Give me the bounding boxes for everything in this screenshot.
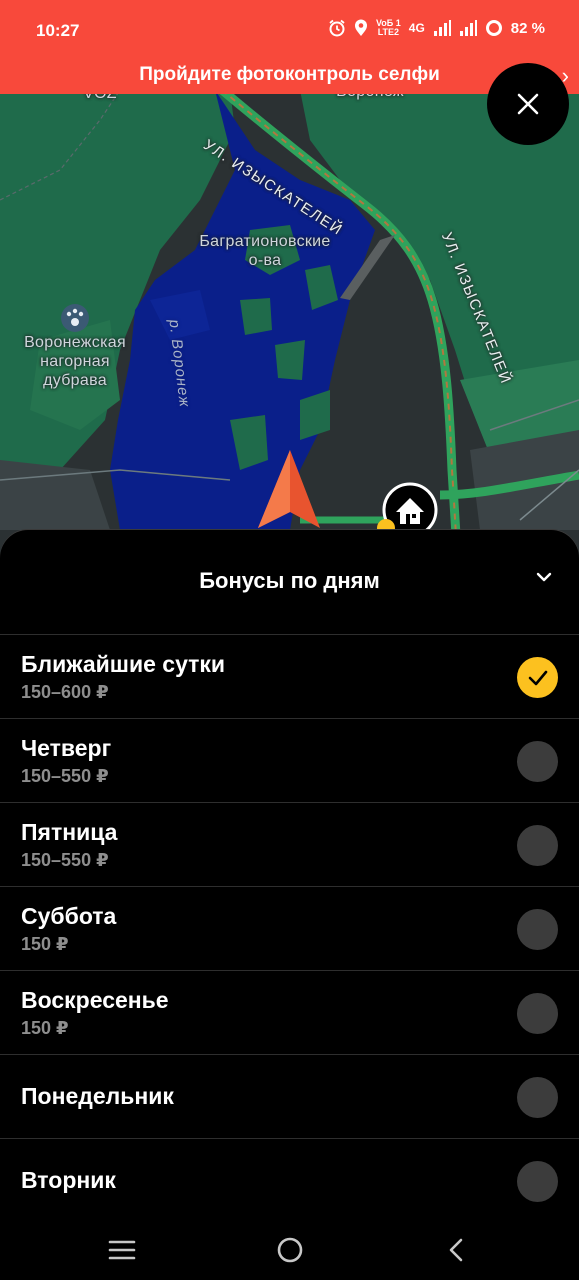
day-list: Ближайшие сутки 150–600 ₽ Четверг 150–55…: [0, 634, 579, 1222]
signal-icon-2: [459, 20, 477, 36]
close-button[interactable]: [487, 63, 569, 145]
list-item-title: Вторник: [21, 1167, 116, 1193]
chevron-down-icon: [536, 572, 552, 582]
list-item-thursday[interactable]: Четверг 150–550 ₽: [0, 718, 579, 802]
list-item-subtitle: 150 ₽: [21, 934, 69, 954]
close-icon: [517, 93, 539, 115]
list-item-saturday[interactable]: Суббота 150 ₽: [0, 886, 579, 970]
back-button[interactable]: [436, 1234, 476, 1266]
radio-unselected[interactable]: [517, 741, 558, 782]
list-item-title: Пятница: [21, 819, 118, 845]
list-item-nearest-day[interactable]: Ближайшие сутки 150–600 ₽: [0, 634, 579, 718]
check-icon: [528, 670, 547, 685]
alarm-icon: [329, 19, 345, 37]
status-bar: 10:27 VoБ 1 LTE2 4G 82 %: [0, 0, 579, 60]
system-nav-bar: [0, 1218, 579, 1280]
signal-icon: [433, 20, 451, 36]
forest-label: Воронежская нагорная дубрава: [24, 334, 126, 389]
radio-unselected[interactable]: [517, 825, 558, 866]
battery-percent: 82 %: [510, 19, 545, 37]
list-item-monday[interactable]: Понедельник: [0, 1054, 579, 1138]
list-item-subtitle: 150–600 ₽: [21, 682, 109, 702]
recent-apps-button[interactable]: [102, 1234, 142, 1266]
list-item-title: Суббота: [21, 903, 117, 929]
bonus-sheet: Бонусы по дням Ближайшие сутки 150–600 ₽…: [0, 530, 579, 1280]
status-time: 10:27: [36, 21, 80, 40]
location-icon: [354, 19, 367, 36]
sheet-header[interactable]: Бонусы по дням: [0, 530, 579, 634]
list-item-title: Ближайшие сутки: [21, 651, 226, 677]
radio-selected[interactable]: [517, 657, 558, 698]
list-item-title: Четверг: [21, 735, 112, 761]
collapse-button[interactable]: [535, 570, 553, 589]
radio-unselected[interactable]: [517, 1077, 558, 1118]
list-item-subtitle: 150 ₽: [21, 1018, 69, 1038]
list-item-sunday[interactable]: Воскресенье 150 ₽: [0, 970, 579, 1054]
volte-indicator: VoБ 1 LTE2: [375, 18, 401, 37]
status-icons: VoБ 1 LTE2 4G 82 %: [328, 19, 545, 37]
radio-unselected[interactable]: [517, 1161, 558, 1202]
back-icon: [449, 1238, 463, 1262]
list-item-subtitle: 150–550 ₽: [21, 850, 109, 870]
list-item-friday[interactable]: Пятница 150–550 ₽: [0, 802, 579, 886]
radio-unselected[interactable]: [517, 909, 558, 950]
list-item-subtitle: 150–550 ₽: [21, 766, 109, 786]
list-item-title: Понедельник: [21, 1083, 174, 1109]
battery-ring-icon: [485, 20, 502, 36]
home-button[interactable]: [270, 1234, 310, 1266]
list-item-tuesday[interactable]: Вторник: [0, 1138, 579, 1222]
network-type: 4G: [408, 21, 425, 35]
islands-label: Багратионовские о-ва: [199, 233, 331, 269]
radio-unselected[interactable]: [517, 993, 558, 1034]
menu-icon: [108, 1240, 136, 1260]
home-circle-icon: [277, 1237, 303, 1263]
list-item-title: Воскресенье: [21, 987, 169, 1013]
sheet-title: Бонусы по дням: [199, 568, 380, 593]
